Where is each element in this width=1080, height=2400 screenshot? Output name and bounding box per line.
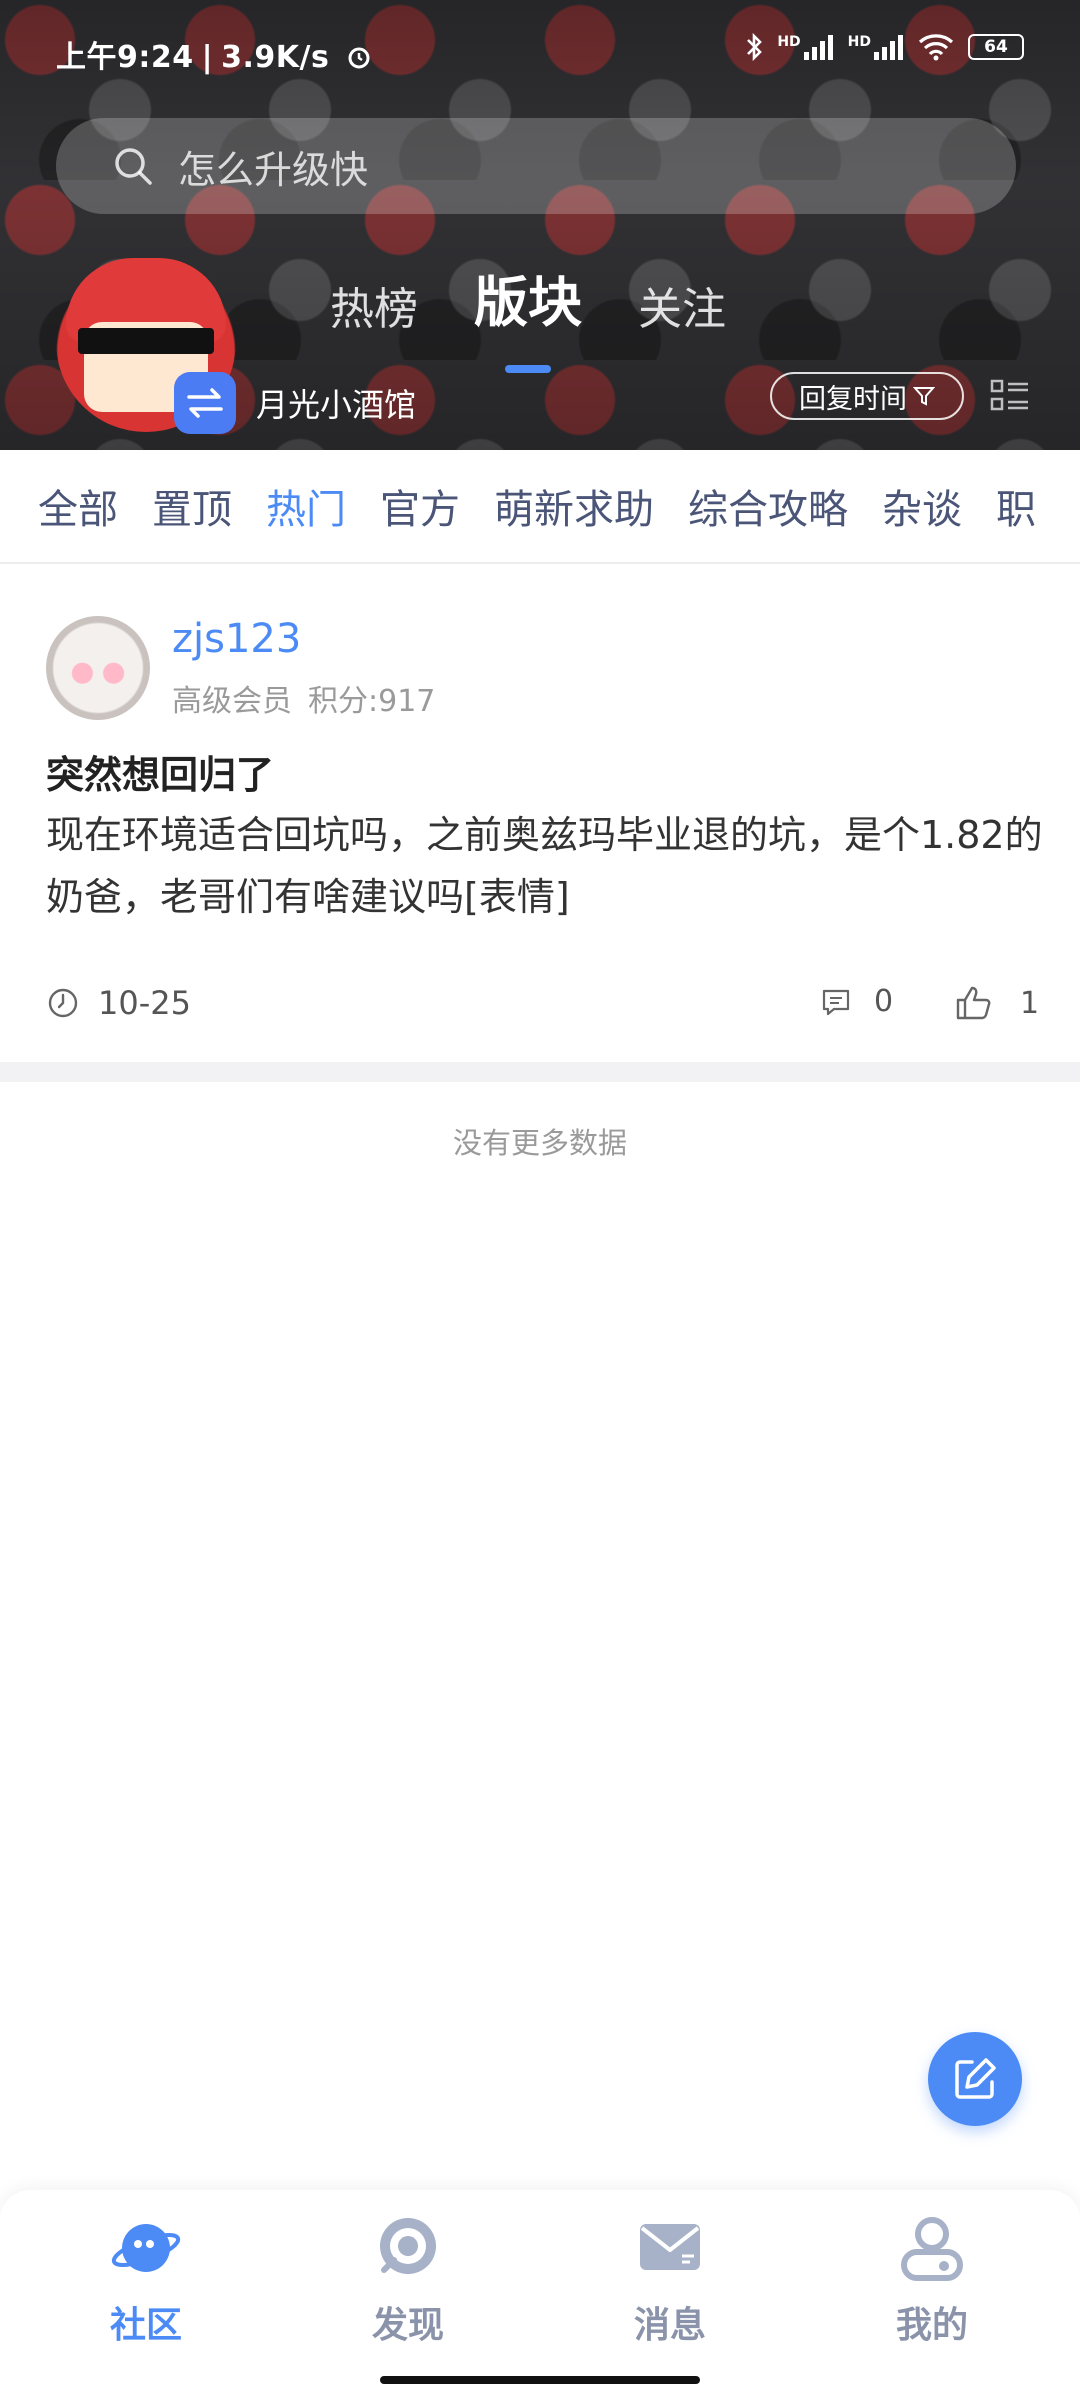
post-footer: 10-25 0 1	[46, 984, 1039, 1034]
post-username[interactable]: zjs123	[172, 616, 301, 662]
nav-community[interactable]: 社区	[46, 2210, 246, 2348]
bluetooth-icon	[747, 32, 763, 62]
nav-discover[interactable]: 发现	[308, 2210, 508, 2348]
clock-icon	[48, 988, 78, 1018]
status-separator: |	[201, 40, 214, 75]
status-time: 上午9:24	[56, 40, 194, 75]
network-speed: 3.9K/s	[221, 40, 330, 75]
post-user-meta: 高级会员 积分:917	[172, 676, 435, 720]
category-tab[interactable]: 萌新求助	[494, 477, 654, 535]
post-time: 10-25	[46, 984, 191, 1022]
avatar-glasses-shape	[78, 328, 214, 354]
signal-bars-icon	[874, 35, 903, 60]
board-name: 月光小酒馆	[256, 386, 417, 424]
nav-profile[interactable]: 我的	[832, 2210, 1032, 2348]
nav-label: 发现	[371, 2305, 444, 2346]
post-body[interactable]: 现在环境适合回坑吗，之前奥兹玛毕业退的坑，是个1.82的奶爸，老哥们有啥建议吗[…	[46, 804, 1046, 928]
category-tab[interactable]: 全部	[38, 477, 118, 535]
bottom-navigation: 社区 发现 消息 我的	[0, 2190, 1080, 2400]
user-icon	[901, 2217, 963, 2281]
search-icon	[115, 148, 152, 185]
like-count: 1	[1020, 985, 1040, 1021]
board-header: 上午9:24 | 3.9K/s HD HD 64 怎么升级快 月光小酒馆 热榜 …	[0, 0, 1080, 450]
like-button[interactable]: 1	[954, 984, 1039, 1022]
comment-button[interactable]: 0	[820, 984, 893, 1019]
post-card[interactable]: zjs123 高级会员 积分:917 突然想回归了 现在环境适合回坑吗，之前奥兹…	[0, 566, 1080, 1062]
signal-2-label: HD	[847, 34, 871, 50]
category-tab[interactable]: 官方	[380, 477, 460, 535]
signal-1: HD	[777, 34, 833, 60]
post-title[interactable]: 突然想回归了	[46, 744, 274, 799]
category-tab[interactable]: 综合攻略	[688, 477, 848, 535]
section-divider	[0, 1062, 1080, 1082]
compose-post-button[interactable]	[928, 2032, 1022, 2126]
comment-icon	[822, 989, 850, 1015]
swap-arrows-icon	[187, 388, 223, 418]
status-bar: 上午9:24 | 3.9K/s HD HD 64	[0, 0, 1080, 100]
category-tab[interactable]: 置顶	[152, 477, 232, 535]
search-placeholder: 怎么升级快	[178, 147, 369, 192]
top-tab[interactable]: 关注	[638, 273, 726, 337]
top-tab[interactable]: 热榜	[330, 273, 418, 337]
category-tab[interactable]: 职	[996, 477, 1036, 535]
mail-icon	[640, 2224, 700, 2270]
switch-board-button[interactable]	[174, 372, 236, 434]
search-bar[interactable]: 怎么升级快	[56, 118, 1016, 214]
radar-icon	[380, 2218, 436, 2274]
category-tabs: 全部 置顶 热门 官方 萌新求助 综合攻略 杂谈职	[0, 450, 1080, 564]
category-tab[interactable]: 杂谈	[882, 477, 962, 535]
list-end-text: 没有更多数据	[452, 1126, 627, 1160]
top-tab[interactable]: 版块	[474, 258, 582, 373]
planet-icon	[111, 2224, 181, 2272]
category-tab[interactable]: 热门	[266, 477, 346, 535]
user-avatar[interactable]	[46, 616, 150, 720]
list-view-icon[interactable]	[990, 378, 1030, 414]
thumbs-up-icon	[956, 986, 991, 1020]
comment-count: 0	[874, 984, 894, 1019]
sort-filter-button[interactable]: 回复时间	[770, 372, 964, 420]
post-date: 10-25	[98, 984, 191, 1022]
nav-label: 社区	[109, 2305, 182, 2346]
wifi-icon	[918, 34, 954, 61]
alarm-icon	[348, 47, 370, 69]
nav-label: 我的	[895, 2305, 968, 2346]
nav-messages[interactable]: 消息	[570, 2210, 770, 2348]
edit-icon	[955, 2058, 996, 2099]
signal-bars-icon	[803, 35, 833, 60]
user-points: 积分:917	[308, 684, 436, 719]
status-left: 上午9:24 | 3.9K/s	[56, 32, 372, 76]
filter-icon	[913, 387, 935, 406]
signal-1-label: HD	[777, 34, 801, 50]
battery-indicator: 64	[968, 34, 1024, 60]
signal-2: HD	[848, 34, 904, 60]
home-indicator[interactable]	[380, 2376, 700, 2384]
nav-label: 消息	[633, 2305, 706, 2346]
sort-label: 回复时间	[799, 383, 907, 415]
top-tabs: 热榜 版块 关注	[330, 258, 726, 373]
member-level: 高级会员	[172, 684, 292, 719]
status-right: HD HD 64	[745, 32, 1024, 62]
